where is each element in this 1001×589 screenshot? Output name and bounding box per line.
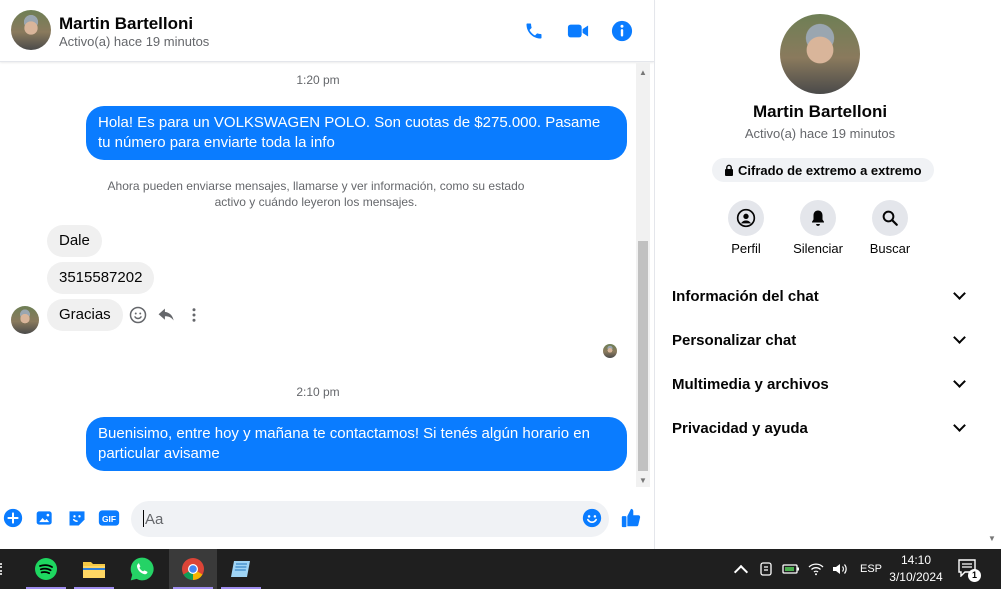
search-icon bbox=[882, 210, 898, 226]
photo-icon[interactable] bbox=[34, 507, 56, 529]
timestamp: 2:10 pm bbox=[296, 385, 340, 399]
scroll-thumb[interactable] bbox=[638, 241, 648, 471]
section-label: Personalizar chat bbox=[672, 331, 797, 349]
profile-status: Activo(a) hace 19 minutos bbox=[744, 126, 896, 141]
profile-icon bbox=[736, 208, 756, 228]
encryption-notice: Ahora pueden enviarse mensajes, llamarse… bbox=[90, 178, 542, 210]
battery-icon[interactable] bbox=[782, 563, 800, 575]
taskbar-clock[interactable]: 14:10 3/10/2024 bbox=[880, 552, 952, 586]
chevron-down-icon bbox=[953, 375, 966, 388]
sync-icon[interactable] bbox=[758, 561, 774, 577]
taskbar-edge bbox=[0, 563, 3, 575]
message-list[interactable]: 1:20 pm Hola! Es para un VOLKSWAGEN POLO… bbox=[0, 63, 636, 486]
notification-center[interactable]: 1 bbox=[958, 559, 981, 582]
mute-button[interactable] bbox=[800, 200, 836, 236]
wifi-icon[interactable] bbox=[808, 562, 824, 576]
taskbar-whatsapp[interactable] bbox=[118, 549, 166, 589]
svg-text:GIF: GIF bbox=[102, 514, 116, 524]
system-tray: ESP bbox=[732, 549, 882, 589]
message-input[interactable]: Aa bbox=[131, 501, 609, 537]
plus-icon[interactable] bbox=[2, 507, 24, 529]
profile-label: Perfil bbox=[731, 241, 761, 256]
taskbar-file-explorer[interactable] bbox=[70, 549, 118, 589]
outgoing-message[interactable]: Hola! Es para un VOLKSWAGEN POLO. Son cu… bbox=[86, 106, 627, 160]
contact-status: Activo(a) hace 19 minutos bbox=[59, 34, 210, 49]
chat-info-panel: Martin Bartelloni Activo(a) hace 19 minu… bbox=[655, 0, 985, 549]
more-options-icon[interactable] bbox=[185, 306, 203, 329]
lock-icon bbox=[725, 164, 733, 176]
section-label: Multimedia y archivos bbox=[672, 375, 829, 393]
contact-name[interactable]: Martin Bartelloni bbox=[59, 14, 193, 34]
bell-icon bbox=[812, 210, 824, 226]
gif-icon[interactable]: GIF bbox=[98, 507, 120, 529]
windows-taskbar: ESP 14:10 3/10/2024 1 bbox=[0, 549, 1001, 589]
info-icon[interactable] bbox=[608, 17, 636, 45]
mute-label: Silenciar bbox=[793, 241, 843, 256]
incoming-message[interactable]: Dale bbox=[47, 225, 102, 257]
input-placeholder: Aa bbox=[145, 511, 164, 528]
avatar-photo bbox=[780, 14, 860, 94]
profile-name: Martin Bartelloni bbox=[752, 102, 888, 121]
page-scrollbar[interactable]: ▼ bbox=[985, 0, 1001, 549]
clock-time: 14:10 bbox=[900, 553, 932, 567]
message-scrollbar[interactable]: ▲ ▼ bbox=[636, 63, 650, 487]
taskbar-notes[interactable] bbox=[217, 549, 265, 589]
section-privacy-help[interactable]: Privacidad y ayuda bbox=[672, 413, 968, 443]
avatar-photo bbox=[11, 10, 51, 50]
read-receipt-avatar bbox=[603, 344, 617, 358]
whatsapp-icon bbox=[130, 557, 154, 581]
emoji-icon[interactable] bbox=[581, 507, 603, 529]
scroll-up-icon[interactable]: ▲ bbox=[636, 65, 650, 79]
react-icon[interactable] bbox=[129, 306, 147, 329]
chat-header: Martin Bartelloni Activo(a) hace 19 minu… bbox=[0, 0, 654, 62]
avatar-photo bbox=[11, 306, 39, 334]
search-label: Buscar bbox=[869, 241, 911, 256]
section-label: Privacidad y ayuda bbox=[672, 419, 808, 437]
sender-avatar bbox=[11, 306, 39, 334]
language-indicator[interactable]: ESP bbox=[860, 563, 882, 575]
timestamp: 1:20 pm bbox=[296, 73, 340, 87]
video-call-icon[interactable] bbox=[564, 17, 592, 45]
section-customize-chat[interactable]: Personalizar chat bbox=[672, 325, 968, 355]
chat-pane: Martin Bartelloni Activo(a) hace 19 minu… bbox=[0, 0, 654, 549]
scroll-down-icon[interactable]: ▼ bbox=[636, 473, 650, 487]
taskbar-spotify[interactable] bbox=[22, 549, 70, 589]
chevron-down-icon bbox=[953, 331, 966, 344]
chrome-icon bbox=[182, 558, 204, 580]
spotify-icon bbox=[35, 558, 57, 580]
avatar-photo bbox=[603, 344, 617, 358]
notification-count: 1 bbox=[968, 569, 981, 582]
chevron-down-icon bbox=[953, 419, 966, 432]
phone-call-icon[interactable] bbox=[520, 17, 548, 45]
messenger-window: Martin Bartelloni Activo(a) hace 19 minu… bbox=[0, 0, 1001, 589]
clock-date: 3/10/2024 bbox=[889, 570, 943, 584]
encryption-label: Cifrado de extremo a extremo bbox=[738, 162, 922, 178]
composer: GIF Aa bbox=[0, 496, 654, 542]
text-caret bbox=[143, 510, 144, 527]
chevron-down-icon bbox=[953, 287, 966, 300]
file-explorer-icon bbox=[83, 562, 105, 578]
contact-avatar[interactable] bbox=[11, 10, 51, 50]
section-label: Información del chat bbox=[672, 287, 819, 305]
incoming-message[interactable]: Gracias bbox=[47, 299, 123, 331]
outgoing-message[interactable]: Buenisimo, entre hoy y mañana te contact… bbox=[86, 417, 627, 471]
profile-avatar[interactable] bbox=[780, 14, 860, 94]
taskbar-chrome[interactable] bbox=[169, 549, 217, 589]
section-chat-info[interactable]: Información del chat bbox=[672, 281, 968, 311]
scroll-down-icon[interactable]: ▼ bbox=[988, 534, 996, 543]
profile-button[interactable] bbox=[728, 200, 764, 236]
notes-icon bbox=[231, 561, 250, 577]
notice-line: activo y cuándo leyeron los mensajes. bbox=[214, 195, 418, 209]
chevron-up-icon[interactable] bbox=[733, 564, 749, 580]
incoming-message[interactable]: 3515587202 bbox=[47, 262, 155, 294]
notice-line: Ahora pueden enviarse mensajes, llamarse… bbox=[107, 179, 525, 193]
like-icon[interactable] bbox=[620, 507, 642, 529]
volume-icon[interactable] bbox=[832, 562, 848, 576]
section-media-files[interactable]: Multimedia y archivos bbox=[672, 369, 968, 399]
encryption-badge[interactable]: Cifrado de extremo a extremo bbox=[712, 158, 934, 182]
reply-icon[interactable] bbox=[157, 306, 176, 329]
search-button[interactable] bbox=[872, 200, 908, 236]
sticker-icon[interactable] bbox=[66, 507, 88, 529]
